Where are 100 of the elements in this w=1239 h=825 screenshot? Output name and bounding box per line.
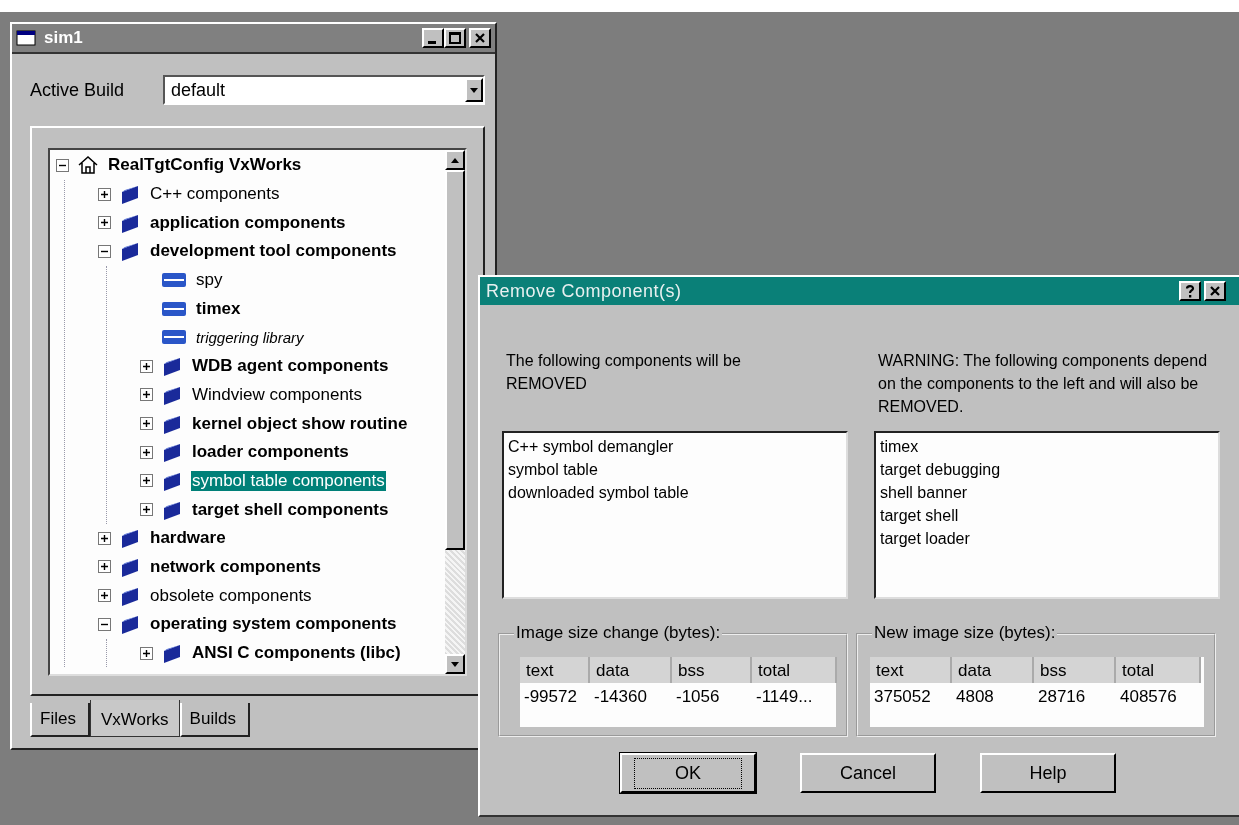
expand-toggle[interactable]	[140, 388, 153, 402]
tree-item[interactable]: RealTgtConfig VxWorks	[107, 155, 303, 176]
expand-toggle[interactable]	[98, 560, 111, 574]
description-text: The following components will be REMOVED	[505, 351, 742, 394]
field-label: Active Build	[30, 79, 126, 101]
list-item[interactable]: shell banner	[880, 481, 1214, 504]
collapse-toggle[interactable]	[98, 244, 111, 258]
tree-item[interactable]: obsolete components	[149, 585, 313, 606]
dialog-button[interactable]: OK	[620, 753, 756, 793]
plus-icon	[142, 648, 151, 658]
table-cell-text: 4808	[955, 686, 995, 708]
tree-item[interactable]: triggering library	[195, 328, 305, 346]
list-item[interactable]: C++ symbol demangler	[508, 435, 842, 458]
column-header[interactable]: bss	[1034, 657, 1116, 683]
component-icon	[161, 299, 187, 318]
book-icon	[161, 441, 183, 464]
dialog-button[interactable]: Cancel	[800, 753, 936, 793]
group-title: Image size change (bytes):	[514, 623, 723, 643]
plus-icon	[100, 591, 109, 601]
group-title: New image size (bytes):	[872, 623, 1058, 643]
tree-item[interactable]: symbol table components	[191, 470, 386, 491]
build-dropdown[interactable]: default	[163, 75, 485, 105]
collapse-toggle[interactable]	[56, 158, 69, 172]
window-title: sim1	[44, 28, 84, 48]
house-icon	[77, 155, 99, 176]
column-header[interactable]: total	[752, 657, 837, 683]
collapse-toggle[interactable]	[98, 617, 111, 631]
list-item[interactable]: target loader	[880, 527, 1214, 550]
book-icon	[119, 613, 141, 636]
scrollbar[interactable]	[445, 150, 465, 674]
tree-item[interactable]: kernel object show routine	[191, 413, 409, 434]
tab[interactable]: VxWorks	[89, 700, 180, 737]
expand-toggle[interactable]	[140, 359, 153, 373]
plus-icon	[142, 447, 151, 457]
tree-item[interactable]: network components	[149, 556, 322, 577]
plus-icon	[142, 505, 151, 515]
minimize-icon	[428, 40, 436, 44]
expand-toggle[interactable]	[98, 187, 111, 201]
table-cell-text: 375052	[873, 686, 932, 708]
book-icon	[119, 240, 141, 263]
scroll-thumb[interactable]	[445, 170, 465, 550]
expand-toggle[interactable]	[98, 531, 111, 545]
list-item[interactable]: target shell	[880, 504, 1214, 527]
column-header[interactable]: text	[870, 657, 952, 683]
close-button[interactable]	[1204, 281, 1226, 301]
expand-toggle[interactable]	[140, 503, 153, 517]
plus-icon	[142, 419, 151, 429]
list-item[interactable]: timex	[880, 435, 1214, 458]
column-header[interactable]: bss	[672, 657, 752, 683]
book-icon	[119, 527, 141, 550]
table-cell-text: -99572	[523, 686, 578, 708]
book-icon	[161, 642, 183, 665]
expand-toggle[interactable]	[140, 646, 153, 660]
plus-icon	[100, 562, 109, 572]
table-cell-text: -14360	[593, 686, 648, 708]
tree-item[interactable]: hardware	[149, 528, 227, 549]
column-header[interactable]: data	[590, 657, 672, 683]
expand-toggle[interactable]	[140, 474, 153, 488]
tree-item[interactable]: ANSI C components (libc)	[191, 643, 402, 664]
tree-item[interactable]: application components	[149, 212, 347, 233]
column-header[interactable]: data	[952, 657, 1034, 683]
list-item[interactable]: target debugging	[880, 458, 1214, 481]
tree-item[interactable]: operating system components	[149, 614, 398, 635]
tree-item[interactable]: C++ components	[149, 184, 281, 205]
plus-icon	[100, 218, 109, 228]
tree-item[interactable]: Windview components	[191, 384, 364, 405]
column-header[interactable]: total	[1116, 657, 1201, 683]
scroll-down-icon[interactable]	[451, 661, 459, 667]
expand-toggle[interactable]	[98, 589, 111, 603]
plus-icon	[142, 476, 151, 486]
tab[interactable]: Builds	[179, 703, 250, 737]
expand-toggle[interactable]	[98, 216, 111, 230]
book-icon	[119, 183, 141, 206]
description-text: WARNING: The following components depend on the components to the left and will also be REMOVED.	[877, 351, 1209, 417]
tree-item[interactable]: spy	[195, 270, 224, 291]
tree-item[interactable]: WDB agent components	[191, 356, 390, 377]
scroll-up-icon[interactable]	[451, 157, 459, 163]
table-cell-text: -1056	[675, 686, 721, 708]
question-mark-icon	[1184, 284, 1196, 298]
list-item[interactable]: symbol table	[508, 458, 842, 481]
column-header[interactable]: text	[520, 657, 590, 683]
component-icon	[161, 271, 187, 290]
tree-item[interactable]: loader components	[191, 442, 350, 463]
component-icon	[161, 328, 187, 347]
maximize-icon	[449, 32, 461, 44]
plus-icon	[100, 533, 109, 543]
list-item[interactable]: downloaded symbol table	[508, 481, 842, 504]
expand-toggle[interactable]	[140, 417, 153, 431]
plus-icon	[142, 390, 151, 400]
close-icon	[1209, 285, 1221, 297]
help-button[interactable]	[1179, 281, 1201, 301]
expand-toggle[interactable]	[140, 445, 153, 459]
dialog-button[interactable]: Help	[980, 753, 1116, 793]
table-cell-text: 28716	[1037, 686, 1087, 708]
tree-item[interactable]: timex	[195, 298, 242, 319]
tree-item[interactable]: development tool components	[149, 241, 398, 262]
dropdown-arrow-icon	[470, 87, 478, 93]
tree-item[interactable]: target shell components	[191, 499, 390, 520]
book-icon	[161, 355, 183, 378]
plus-icon	[142, 361, 151, 371]
